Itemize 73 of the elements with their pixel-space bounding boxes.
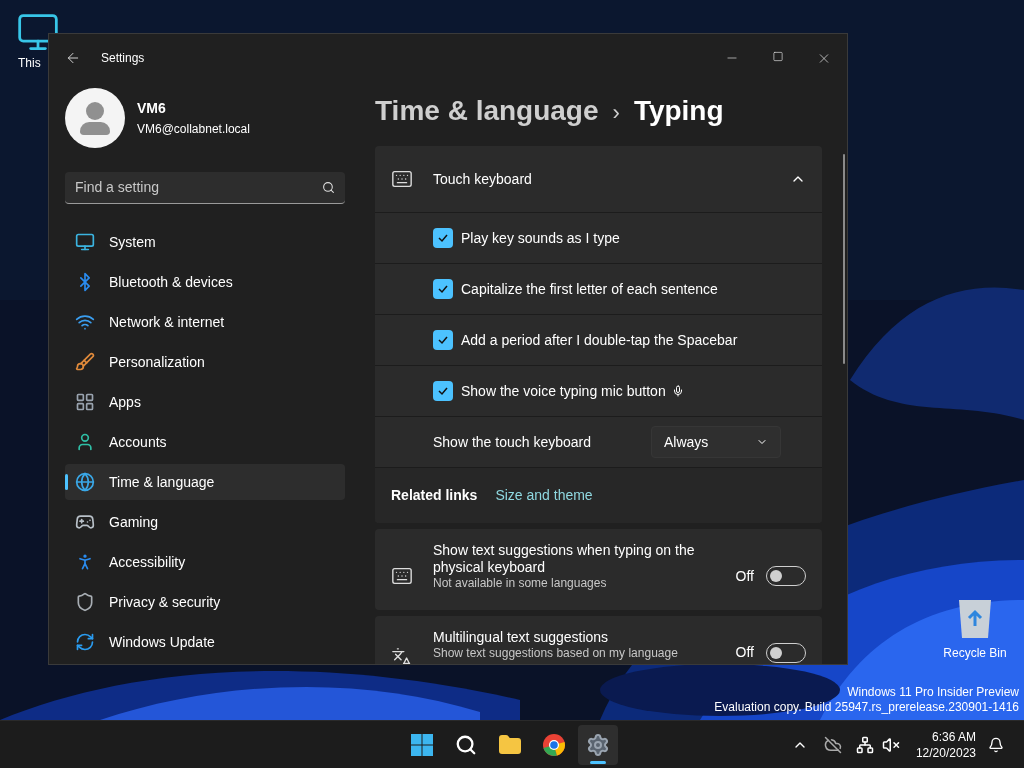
- checkbox-label: Show the voice typing mic button: [461, 381, 666, 401]
- brush-icon: [75, 352, 95, 372]
- expander-header[interactable]: Touch keyboard: [375, 146, 822, 212]
- scrollbar[interactable]: [843, 154, 845, 364]
- setting-description: Not available in some languages: [433, 576, 608, 591]
- desktop-icon-label: Recycle Bin: [943, 645, 1007, 662]
- desktop-icon-label: This: [18, 55, 41, 72]
- breadcrumb-link[interactable]: Time & language: [375, 90, 599, 132]
- check-icon: [437, 232, 449, 244]
- nav-item[interactable]: Network & internet: [65, 304, 345, 340]
- checkbox-label: Add a period after I double-tap the Spacebar: [461, 330, 738, 350]
- related-links-label: Related links: [391, 486, 478, 505]
- toggle-state-label: Off: [735, 644, 754, 661]
- nav-item[interactable]: Time & language: [65, 464, 345, 500]
- check-icon: [437, 283, 449, 295]
- user-name: VM6: [137, 99, 167, 118]
- related-link[interactable]: Size and theme: [495, 485, 593, 506]
- nav-item[interactable]: Windows Update: [65, 624, 345, 660]
- grid-icon: [75, 392, 95, 412]
- edition-text: Evaluation copy. Build 25947.rs_prerelease.230901-1416: [714, 700, 1019, 715]
- keyboard-icon: [391, 168, 413, 190]
- page-title: Typing: [633, 94, 724, 128]
- language-icon: [391, 647, 413, 664]
- toggle-state-label: Off: [735, 567, 754, 585]
- nav-item[interactable]: Privacy & security: [65, 584, 345, 620]
- notification-icon[interactable]: [988, 736, 1004, 753]
- nav-item[interactable]: Bluetooth & devices: [65, 264, 345, 300]
- folder-icon: [498, 732, 522, 757]
- setting-label: Show the touch keyboard: [433, 432, 591, 452]
- setting-title: Multilingual text suggestions: [433, 629, 610, 646]
- clock[interactable]: 6:36 AM 12/20/2023: [915, 728, 976, 761]
- nav-item[interactable]: Gaming: [65, 504, 345, 540]
- browser-icon: [542, 732, 566, 757]
- monitor-icon: [75, 232, 95, 252]
- keyboard-icon: [391, 565, 413, 587]
- checkbox[interactable]: [433, 330, 453, 350]
- check-icon: [437, 385, 449, 397]
- nav-item[interactable]: Accessibility: [65, 544, 345, 580]
- avatar: [65, 88, 125, 148]
- setting-title: Show text suggestions when typing on the physical keyboard: [433, 542, 696, 576]
- update-icon: [75, 632, 95, 652]
- checkbox-label: Capitalize the first letter of each sentence: [461, 279, 718, 299]
- dropdown[interactable]: Always: [651, 426, 781, 458]
- wifi-icon: [75, 312, 95, 332]
- breadcrumb-separator: ›: [612, 99, 620, 127]
- setting-description: Show text suggestions based on my language: [433, 646, 679, 661]
- search-icon: [322, 181, 335, 194]
- checkbox[interactable]: [433, 381, 453, 401]
- checkbox[interactable]: [433, 228, 453, 248]
- nav-item[interactable]: Accounts: [65, 424, 345, 460]
- person-icon: [75, 432, 95, 452]
- user-email: VM6@collabnet.local: [137, 121, 250, 138]
- taskbar-app[interactable]: [578, 724, 618, 765]
- edition-text: Windows 11 Pro Insider Preview: [847, 685, 1019, 700]
- search-field[interactable]: Find a setting: [65, 172, 345, 204]
- checkbox-label: Play key sounds as I type: [461, 228, 620, 248]
- search-icon: [455, 733, 477, 756]
- cloud-off-icon[interactable]: [823, 735, 842, 754]
- check-icon: [437, 334, 449, 346]
- globe-icon: [75, 472, 95, 492]
- gear-icon: [586, 732, 610, 757]
- nav-item[interactable]: Personalization: [65, 344, 345, 380]
- nav-item[interactable]: Apps: [65, 384, 345, 420]
- muted-speaker-icon[interactable]: [881, 735, 900, 754]
- start-icon: [410, 732, 434, 757]
- gamepad-icon: [75, 512, 95, 532]
- shield-icon: [75, 592, 95, 612]
- checkbox[interactable]: [433, 279, 453, 299]
- network-icon[interactable]: [855, 735, 874, 754]
- back-icon[interactable]: [65, 50, 81, 66]
- search-placeholder: Find a setting: [75, 178, 160, 197]
- nav-item[interactable]: System: [65, 224, 345, 260]
- window-title: Settings: [101, 50, 145, 67]
